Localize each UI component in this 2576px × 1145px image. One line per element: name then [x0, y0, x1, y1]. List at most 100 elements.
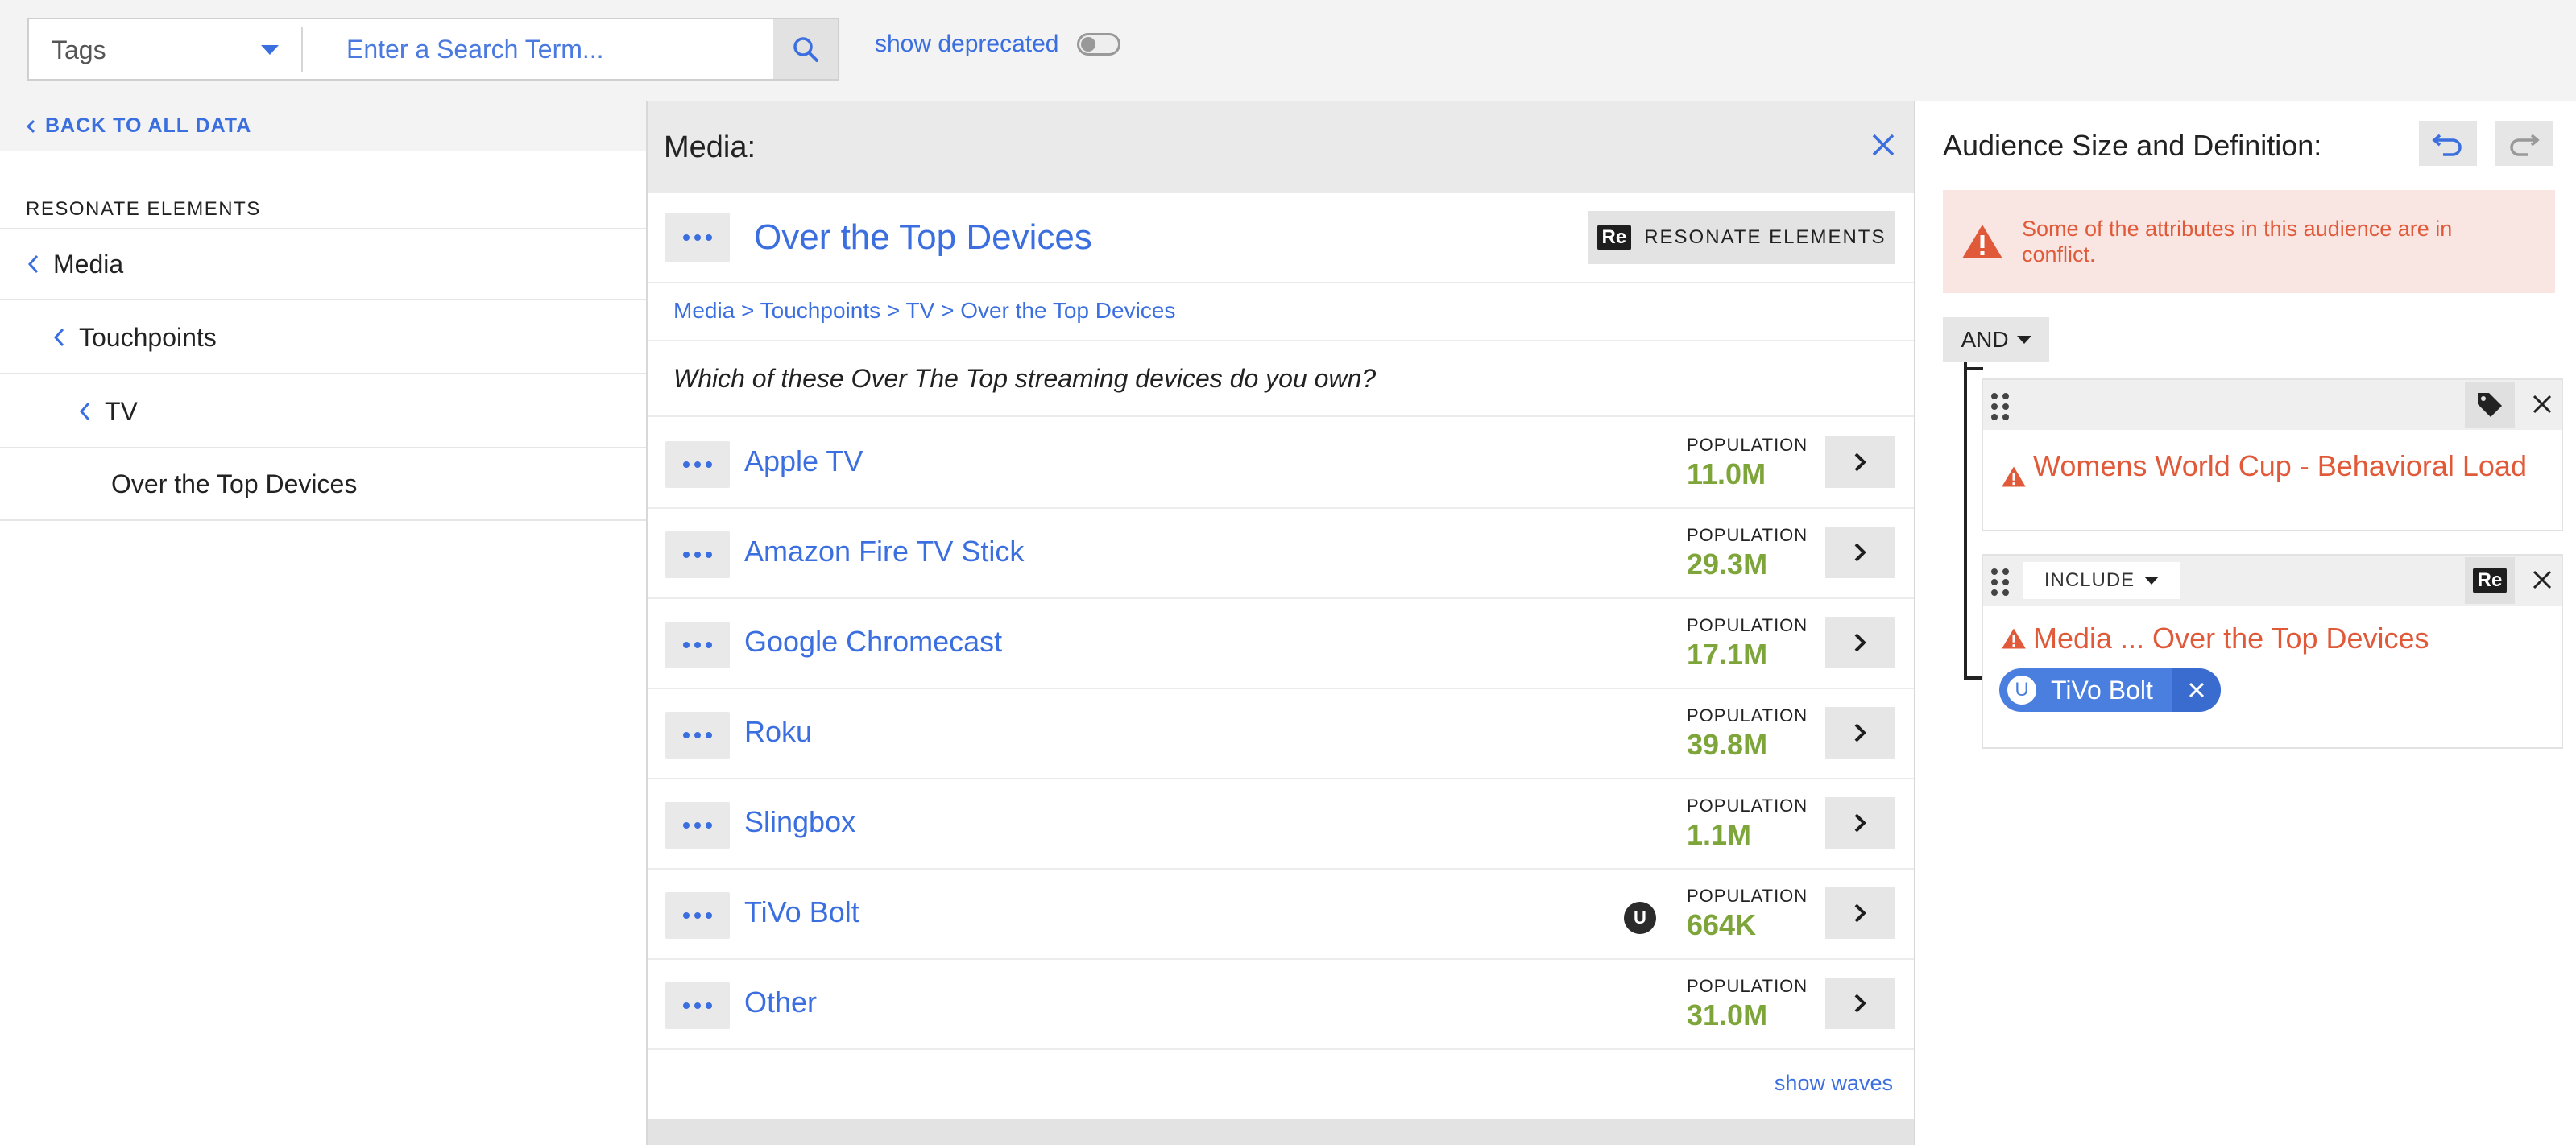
- option-drill-button[interactable]: [1825, 978, 1895, 1029]
- population-label: POPULATION: [1687, 886, 1808, 906]
- dot: [683, 552, 690, 558]
- chip-container: U TiVo Bolt: [1999, 668, 2562, 712]
- option-name[interactable]: TiVo Bolt: [744, 895, 859, 929]
- drag-handle-icon[interactable]: [1991, 393, 2009, 420]
- element-more-button[interactable]: [665, 213, 730, 262]
- resonate-elements-button[interactable]: Re RESONATE ELEMENTS: [1588, 211, 1895, 264]
- tree-connector: [1964, 676, 1983, 680]
- chevron-right-icon: [1854, 633, 1866, 652]
- dot: [706, 1002, 712, 1009]
- show-waves-link[interactable]: show waves: [648, 1071, 1917, 1096]
- show-deprecated-toggle[interactable]: [1076, 33, 1120, 56]
- dot: [683, 234, 690, 241]
- undo-button[interactable]: [2419, 121, 2477, 166]
- population-value: 1.1M: [1687, 818, 1752, 851]
- option-more-button[interactable]: [665, 441, 730, 488]
- search-button[interactable]: [773, 19, 838, 79]
- option-name[interactable]: Slingbox: [744, 805, 855, 839]
- chevron-down-icon: [2016, 336, 2031, 344]
- chevron-right-icon: [1854, 903, 1866, 923]
- remove-rule-button[interactable]: [2531, 568, 2553, 595]
- sidebar-item-media[interactable]: Media: [0, 228, 646, 300]
- dot: [694, 552, 701, 558]
- chevron-left-icon: [53, 328, 64, 347]
- chevron-right-icon: [1854, 723, 1866, 742]
- resonate-element-button[interactable]: Re: [2465, 557, 2515, 604]
- option-more-button[interactable]: [665, 712, 730, 759]
- option-name[interactable]: Apple TV: [744, 444, 863, 478]
- remove-rule-button[interactable]: [2531, 393, 2553, 420]
- population-label: POPULATION: [1687, 976, 1808, 996]
- back-link-label: BACK TO ALL DATA: [45, 114, 252, 137]
- option-name[interactable]: Google Chromecast: [744, 625, 1002, 659]
- rule-name[interactable]: Media ... Over the Top Devices: [2033, 623, 2429, 654]
- option-row-slingbox: Slingbox POPULATION 1.1M: [648, 779, 1914, 870]
- breadcrumb[interactable]: Media > Touchpoints > TV > Over the Top …: [673, 298, 1175, 324]
- close-button[interactable]: [1870, 132, 1896, 162]
- media-panel: Media: Over the Top Devices Re RESONATE …: [646, 101, 1915, 1145]
- option-name[interactable]: Roku: [744, 715, 812, 749]
- sidebar-item-label: Over the Top Devices: [111, 469, 358, 498]
- dot: [706, 822, 712, 829]
- dot: [694, 912, 701, 919]
- show-deprecated-control: show deprecated: [875, 31, 1120, 58]
- close-icon: [2189, 682, 2204, 698]
- tag-button[interactable]: [2465, 382, 2515, 428]
- option-more-button[interactable]: [665, 802, 730, 849]
- audience-rule-card: Womens World Cup - Behavioral Load: [1982, 378, 2563, 531]
- sidebar-item-label: TV: [105, 396, 138, 426]
- option-drill-button[interactable]: [1825, 436, 1895, 488]
- chevron-right-icon: [1854, 994, 1866, 1013]
- warning-icon: [2002, 466, 2026, 487]
- include-mode-dropdown[interactable]: INCLUDE: [2023, 562, 2180, 599]
- population-label: POPULATION: [1687, 525, 1808, 545]
- option-row-amazon-fire-tv-stick: Amazon Fire TV Stick POPULATION 29.3M: [648, 509, 1914, 599]
- redo-icon: [2510, 134, 2540, 156]
- remove-chip-button[interactable]: [2172, 668, 2221, 712]
- rule-body: Womens World Cup - Behavioral Load: [1983, 430, 2562, 488]
- chevron-right-icon: [1854, 813, 1866, 833]
- back-to-all-data-link[interactable]: BACK TO ALL DATA: [26, 114, 251, 138]
- population-value: 11.0M: [1687, 457, 1766, 490]
- include-mode-label: INCLUDE: [2044, 569, 2135, 591]
- option-more-button[interactable]: [665, 531, 730, 578]
- option-more-button[interactable]: [665, 892, 730, 939]
- drag-handle-icon[interactable]: [1991, 568, 2009, 596]
- population-label: POPULATION: [1687, 705, 1808, 725]
- conflict-alert: Some of the attributes in this audience …: [1943, 190, 2555, 293]
- warning-icon: [1962, 225, 2002, 258]
- dot: [706, 461, 712, 468]
- sidebar-item-tv[interactable]: TV: [0, 376, 646, 448]
- population-value: 17.1M: [1687, 638, 1768, 671]
- rule-name[interactable]: Womens World Cup - Behavioral Load: [2033, 451, 2533, 482]
- tags-dropdown[interactable]: Tags: [29, 27, 303, 72]
- option-more-button[interactable]: [665, 622, 730, 668]
- option-drill-button[interactable]: [1825, 527, 1895, 578]
- population-value: 31.0M: [1687, 998, 1768, 1031]
- population-label: POPULATION: [1687, 615, 1808, 635]
- chevron-right-icon: [1854, 453, 1866, 472]
- option-drill-button[interactable]: [1825, 707, 1895, 759]
- search-input[interactable]: [303, 19, 773, 79]
- dot: [694, 234, 701, 241]
- chip-label: TiVo Bolt: [2051, 675, 2153, 705]
- sidebar-item-label: Touchpoints: [79, 322, 217, 352]
- chevron-down-icon: [2144, 577, 2160, 585]
- sidebar-item-touchpoints[interactable]: Touchpoints: [0, 302, 646, 374]
- dot: [706, 552, 712, 558]
- redo-button[interactable]: [2495, 121, 2553, 166]
- and-operator-dropdown[interactable]: AND: [1943, 317, 2049, 362]
- media-panel-header: Media:: [648, 101, 1914, 193]
- option-drill-button[interactable]: [1825, 887, 1895, 939]
- warning-icon: [2002, 628, 2026, 649]
- dot: [706, 234, 712, 241]
- option-name[interactable]: Amazon Fire TV Stick: [744, 535, 1024, 568]
- undo-icon: [2432, 134, 2462, 156]
- option-more-button[interactable]: [665, 982, 730, 1029]
- option-drill-button[interactable]: [1825, 797, 1895, 849]
- sidebar-item-over-the-top-devices[interactable]: Over the Top Devices: [0, 448, 646, 521]
- option-drill-button[interactable]: [1825, 617, 1895, 668]
- sidebar-section-title: RESONATE ELEMENTS: [26, 198, 261, 220]
- conflict-alert-message: Some of the attributes in this audience …: [2022, 217, 2453, 267]
- option-name[interactable]: Other: [744, 986, 817, 1019]
